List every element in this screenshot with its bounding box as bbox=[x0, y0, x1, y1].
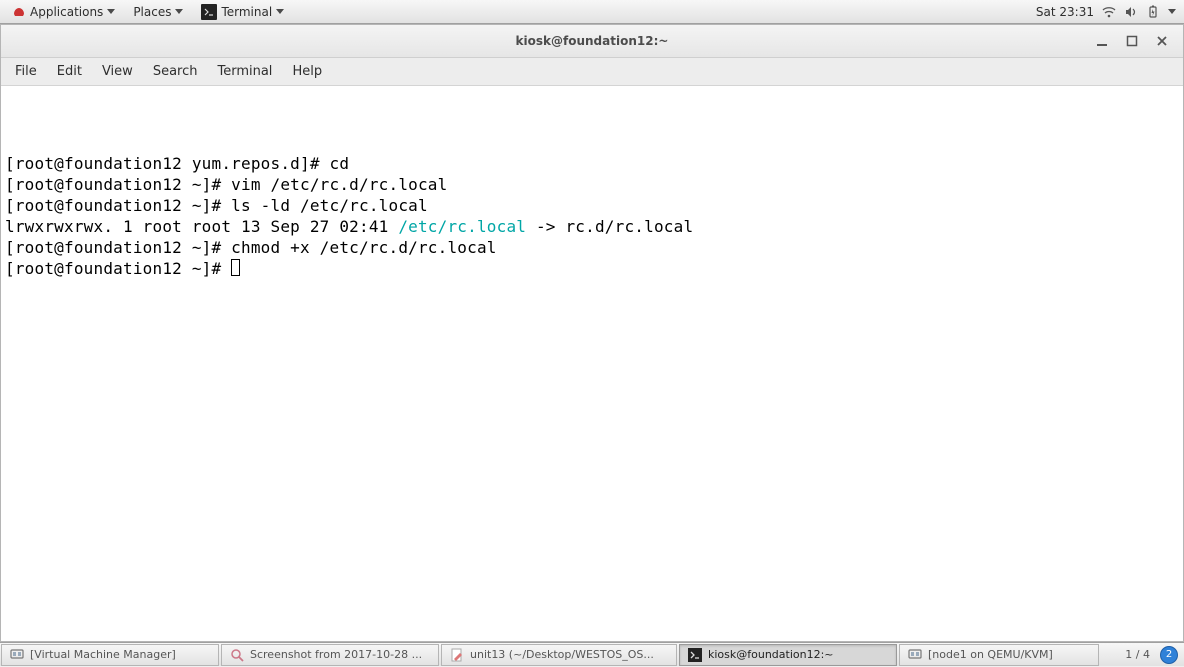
places-menu[interactable]: Places bbox=[125, 0, 191, 24]
battery-icon[interactable] bbox=[1146, 5, 1160, 19]
task-screenshot[interactable]: Screenshot from 2017-10-28 ... bbox=[221, 644, 439, 666]
wifi-icon[interactable] bbox=[1102, 5, 1116, 19]
maximize-button[interactable] bbox=[1125, 34, 1139, 48]
menu-help[interactable]: Help bbox=[282, 58, 332, 86]
gnome-hat-icon bbox=[12, 5, 26, 19]
menu-edit[interactable]: Edit bbox=[47, 58, 92, 86]
task-label: unit13 (~/Desktop/WESTOS_OS... bbox=[470, 648, 654, 661]
workspace-indicator[interactable]: 1 / 4 bbox=[1121, 648, 1154, 661]
task-vm-manager[interactable]: [Virtual Machine Manager] bbox=[1, 644, 219, 666]
current-app-label: Terminal bbox=[221, 5, 272, 19]
places-label: Places bbox=[133, 5, 171, 19]
vm-icon bbox=[10, 648, 24, 662]
current-app-menu[interactable]: Terminal bbox=[193, 0, 292, 24]
terminal-icon bbox=[688, 648, 702, 662]
terminal-output: [root@foundation12 yum.repos.d]# cd [roo… bbox=[5, 153, 1179, 279]
applications-label: Applications bbox=[30, 5, 103, 19]
notification-badge[interactable]: 2 bbox=[1160, 646, 1178, 664]
menu-terminal[interactable]: Terminal bbox=[207, 58, 282, 86]
symlink-path: /etc/rc.local bbox=[398, 217, 526, 236]
task-terminal[interactable]: kiosk@foundation12:~ bbox=[679, 644, 897, 666]
titlebar[interactable]: kiosk@foundation12:~ bbox=[1, 25, 1183, 58]
chevron-down-icon bbox=[175, 9, 183, 14]
menu-search[interactable]: Search bbox=[143, 58, 208, 86]
top-panel: Applications Places Terminal Sat 23:31 bbox=[0, 0, 1184, 24]
chevron-down-icon bbox=[276, 9, 284, 14]
editor-icon bbox=[450, 648, 464, 662]
chevron-down-icon bbox=[107, 9, 115, 14]
task-label: Screenshot from 2017-10-28 ... bbox=[250, 648, 422, 661]
text-cursor bbox=[231, 259, 240, 276]
taskbar: [Virtual Machine Manager] Screenshot fro… bbox=[0, 642, 1184, 666]
menubar: File Edit View Search Terminal Help bbox=[1, 58, 1183, 86]
minimize-button[interactable] bbox=[1095, 34, 1109, 48]
task-label: [Virtual Machine Manager] bbox=[30, 648, 176, 661]
magnifier-icon bbox=[230, 648, 244, 662]
menu-view[interactable]: View bbox=[92, 58, 143, 86]
vm-icon bbox=[908, 648, 922, 662]
task-node1[interactable]: [node1 on QEMU/KVM] bbox=[899, 644, 1099, 666]
applications-menu[interactable]: Applications bbox=[4, 0, 123, 24]
task-gedit[interactable]: unit13 (~/Desktop/WESTOS_OS... bbox=[441, 644, 677, 666]
task-label: [node1 on QEMU/KVM] bbox=[928, 648, 1053, 661]
window-title: kiosk@foundation12:~ bbox=[1, 34, 1183, 48]
volume-icon[interactable] bbox=[1124, 5, 1138, 19]
terminal-window: kiosk@foundation12:~ File Edit View Sear… bbox=[0, 24, 1184, 642]
system-menu-chevron-icon[interactable] bbox=[1168, 9, 1176, 14]
clock[interactable]: Sat 23:31 bbox=[1036, 5, 1094, 19]
terminal-icon bbox=[201, 4, 217, 20]
terminal-body[interactable]: [root@foundation12 yum.repos.d]# cd [roo… bbox=[1, 86, 1183, 641]
close-button[interactable] bbox=[1155, 34, 1169, 48]
menu-file[interactable]: File bbox=[5, 58, 47, 86]
task-label: kiosk@foundation12:~ bbox=[708, 648, 834, 661]
